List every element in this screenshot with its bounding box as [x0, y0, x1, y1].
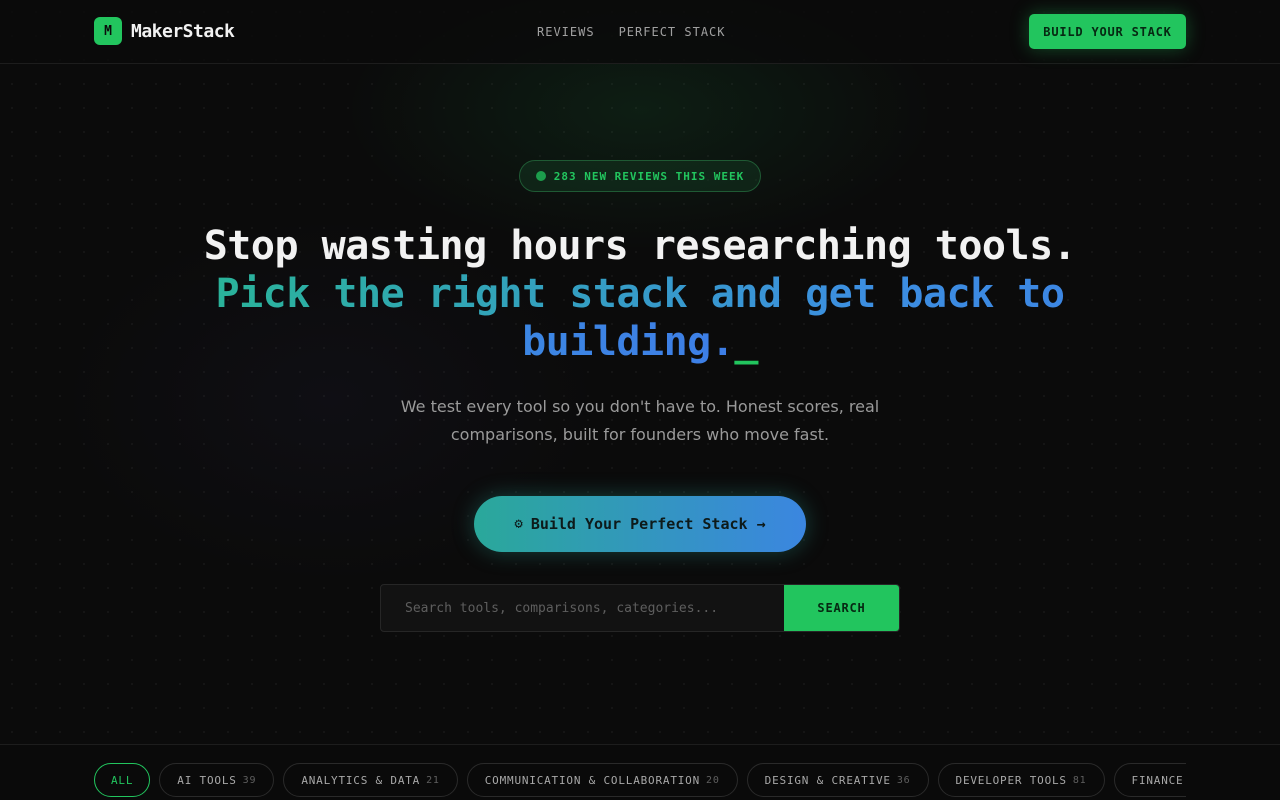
category-count: 39: [242, 774, 257, 786]
category-list: ALL AI TOOLS 39 ANALYTICS & DATA 21 COMM…: [94, 763, 1186, 797]
brand-logo[interactable]: M MakerStack: [94, 17, 235, 45]
brand-name: MakerStack: [131, 20, 235, 42]
category-pill-developer-tools[interactable]: DEVELOPER TOOLS 81: [937, 763, 1105, 797]
category-label: AI TOOLS: [177, 773, 237, 787]
category-label: ALL: [111, 773, 134, 787]
category-label: COMMUNICATION & COLLABORATION: [484, 773, 701, 787]
category-label: FINANCE & ACCO: [1131, 773, 1186, 787]
top-navbar: M MakerStack REVIEWS PERFECT STACK BUILD…: [0, 0, 1280, 64]
search-button[interactable]: SEARCH: [784, 585, 899, 631]
category-count: 20: [706, 774, 720, 786]
badge-label: 283 NEW REVIEWS THIS WEEK: [553, 169, 745, 183]
category-count: 36: [896, 774, 911, 786]
category-filter-bar: ALL AI TOOLS 39 ANALYTICS & DATA 21 COMM…: [0, 744, 1280, 800]
search-input[interactable]: [381, 585, 784, 631]
status-dot-icon: [535, 171, 546, 181]
logo-mark-icon: M: [94, 17, 122, 45]
category-pill-ai-tools[interactable]: AI TOOLS 39: [159, 763, 275, 797]
category-count: 81: [1072, 774, 1087, 786]
typing-cursor: _: [734, 319, 758, 365]
category-pill-design-creative[interactable]: DESIGN & CREATIVE 36: [746, 763, 929, 797]
hero-subtitle: We test every tool so you don't have to.…: [400, 397, 880, 444]
nav-link-perfect-stack[interactable]: PERFECT STACK: [619, 25, 726, 39]
category-pill-analytics-data[interactable]: ANALYTICS & DATA 21: [283, 763, 458, 797]
category-label: DESIGN & CREATIVE: [764, 773, 891, 787]
category-pill-communication-collaboration[interactable]: COMMUNICATION & COLLABORATION 20: [466, 763, 738, 797]
headline-line-1: Stop wasting hours researching tools.: [203, 223, 1077, 269]
hero-headline: Stop wasting hours researching tools. Pi…: [140, 222, 1140, 366]
search-bar: SEARCH: [380, 584, 900, 632]
new-reviews-badge: 283 NEW REVIEWS THIS WEEK: [519, 160, 761, 192]
build-perfect-stack-button[interactable]: ⚙ Build Your Perfect Stack →: [474, 496, 806, 552]
category-pill-finance-accounting[interactable]: FINANCE & ACCO: [1113, 763, 1186, 797]
gear-icon: ⚙: [514, 516, 523, 532]
nav-link-reviews[interactable]: REVIEWS: [537, 25, 595, 39]
nav-links: REVIEWS PERFECT STACK: [537, 25, 726, 39]
headline-line-2: Pick the right stack and get back to bui…: [215, 271, 1065, 365]
category-label: ANALYTICS & DATA: [301, 773, 421, 787]
category-pill-all[interactable]: ALL: [94, 763, 151, 797]
category-label: DEVELOPER TOOLS: [955, 773, 1067, 787]
category-count: 21: [426, 774, 440, 786]
hero-cta-label: Build Your Perfect Stack →: [530, 515, 766, 533]
build-your-stack-button[interactable]: BUILD YOUR STACK: [1029, 14, 1186, 49]
